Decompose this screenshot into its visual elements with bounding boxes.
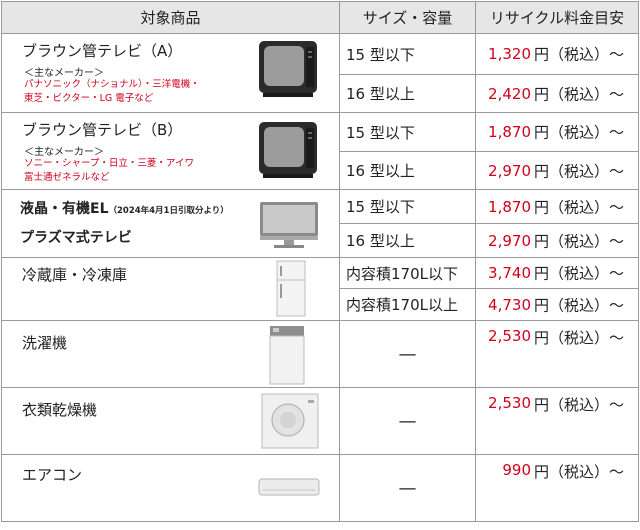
size-cell: —: [339, 454, 476, 522]
flat-tv-icon: [260, 202, 318, 248]
fee-suffix: 円（税込）～: [534, 264, 625, 283]
crt-tv-icon: [259, 41, 317, 97]
maker-list-line2: 東芝・ビクター・LG 電子など: [24, 93, 154, 104]
fee-cell: 990 円（税込）～: [475, 454, 639, 522]
size-cell: 16 型以上: [339, 74, 476, 113]
refrigerator-icon: [276, 260, 306, 317]
maker-label: ＜主なメーカー＞: [24, 68, 104, 79]
fee-suffix: 円（税込）～: [534, 85, 625, 103]
product-refrigerator: 冷蔵庫・冷凍庫: [1, 257, 340, 321]
product-name: 冷蔵庫・冷凍庫: [22, 266, 128, 284]
product-flat-tv: 液晶・有機EL（2024年4月1日引取分より） プラズマ式テレビ: [1, 189, 340, 258]
size-cell: 15 型以下: [339, 189, 476, 224]
crt-tv-icon: [259, 122, 317, 178]
fee-cell: 4,730 円（税込）～: [475, 288, 639, 321]
header-fee: リサイクル料金目安: [475, 1, 639, 34]
table-row: 洗濯機 — 2,530 円（税込）～: [1, 320, 639, 388]
fee-suffix: 円（税込）～: [534, 296, 625, 314]
price: 1,320: [488, 45, 531, 63]
product-name: ブラウン管テレビ（B）: [22, 121, 183, 139]
table-header-row: 対象商品 サイズ・容量 リサイクル料金目安: [1, 1, 639, 34]
product-washing-machine: 洗濯機: [1, 320, 340, 388]
fee-suffix: 円（税込）～: [534, 463, 625, 481]
fee-cell: 2,970 円（税込）～: [475, 151, 639, 190]
price: 1,870: [488, 123, 531, 141]
fee-cell: 2,530 円（税込）～: [475, 320, 639, 388]
recycle-fee-table: 対象商品 サイズ・容量 リサイクル料金目安 ブラウン管テレビ（A） ＜主なメーカ…: [1, 1, 639, 522]
size-cell: 15 型以下: [339, 112, 476, 152]
table-row: 液晶・有機EL（2024年4月1日引取分より） プラズマ式テレビ 15 型以下 …: [1, 189, 639, 258]
price: 2,530: [488, 327, 531, 345]
price: 990: [502, 461, 531, 479]
fee-cell: 1,320 円（税込）～: [475, 33, 639, 75]
product-crt-tv-b: ブラウン管テレビ（B） ＜主なメーカー＞ ソニー・シャープ・日立・三菱・アイワ …: [1, 112, 340, 190]
table-row: エアコン — 990 円（税込）～: [1, 454, 639, 522]
header-item: 対象商品: [1, 1, 340, 34]
maker-list-line1: ソニー・シャープ・日立・三菱・アイワ: [24, 158, 194, 169]
product-name: エアコン: [22, 466, 83, 484]
fee-cell: 2,530 円（税込）～: [475, 387, 639, 455]
header-size: サイズ・容量: [339, 1, 476, 34]
clothes-dryer-icon: [261, 393, 319, 449]
product-name: ブラウン管テレビ（A）: [22, 42, 183, 60]
fee-suffix: 円（税込）～: [534, 232, 625, 250]
product-name: 洗濯機: [22, 334, 68, 352]
size-cell: 内容積170L以上: [339, 288, 476, 321]
table-row: ブラウン管テレビ（B） ＜主なメーカー＞ ソニー・シャープ・日立・三菱・アイワ …: [1, 112, 639, 190]
product-name: 衣類乾燥機: [22, 401, 98, 419]
fee-suffix: 円（税込）～: [534, 396, 625, 414]
product-name: 液晶・有機EL（2024年4月1日引取分より）: [20, 198, 229, 218]
size-cell: —: [339, 320, 476, 388]
table-row: 冷蔵庫・冷凍庫 内容積170L以下 3,740 円（税込）～: [1, 257, 639, 321]
price: 1,870: [488, 197, 531, 216]
fee-cell: 1,870 円（税込）～: [475, 112, 639, 152]
product-air-conditioner: エアコン: [1, 454, 340, 522]
fee-cell: 2,970 円（税込）～: [475, 223, 639, 258]
fee-suffix: 円（税込）～: [534, 162, 625, 180]
fee-cell: 2,420 円（税込）～: [475, 74, 639, 113]
maker-list-line2: 富士通ゼネラルなど: [24, 172, 110, 183]
fee-suffix: 円（税込）～: [534, 198, 625, 216]
fee-cell: 3,740 円（税込）～: [475, 257, 639, 289]
fee-suffix: 円（税込）～: [534, 45, 625, 64]
size-cell: 内容積170L以下: [339, 257, 476, 289]
washing-machine-icon: [269, 326, 305, 385]
maker-label: ＜主なメーカー＞: [24, 147, 104, 158]
fee-cell: 1,870 円（税込）～: [475, 189, 639, 224]
price: 3,740: [488, 264, 531, 282]
price: 2,530: [488, 394, 531, 412]
product-name-main: 液晶・有機EL: [20, 201, 109, 217]
size-cell: 15 型以下: [339, 33, 476, 75]
product-crt-tv-a: ブラウン管テレビ（A） ＜主なメーカー＞ パナソニック（ナショナル）・三洋電機・…: [1, 33, 340, 113]
fee-suffix: 円（税込）～: [534, 123, 625, 142]
size-cell: 16 型以上: [339, 151, 476, 190]
price: 2,420: [488, 84, 531, 103]
air-conditioner-icon: [258, 478, 320, 496]
maker-list-line1: パナソニック（ナショナル）・三洋電機・: [24, 79, 200, 90]
size-cell: —: [339, 387, 476, 455]
price: 2,970: [488, 231, 531, 250]
product-clothes-dryer: 衣類乾燥機: [1, 387, 340, 455]
fee-suffix: 円（税込）～: [534, 329, 625, 347]
price: 2,970: [488, 161, 531, 180]
product-name-2: プラズマ式テレビ: [20, 230, 132, 246]
table-row: ブラウン管テレビ（A） ＜主なメーカー＞ パナソニック（ナショナル）・三洋電機・…: [1, 33, 639, 113]
price: 4,730: [488, 295, 531, 314]
table-row: 衣類乾燥機 — 2,530 円（税込）～: [1, 387, 639, 455]
size-cell: 16 型以上: [339, 223, 476, 258]
product-note: （2024年4月1日引取分より）: [108, 206, 229, 216]
